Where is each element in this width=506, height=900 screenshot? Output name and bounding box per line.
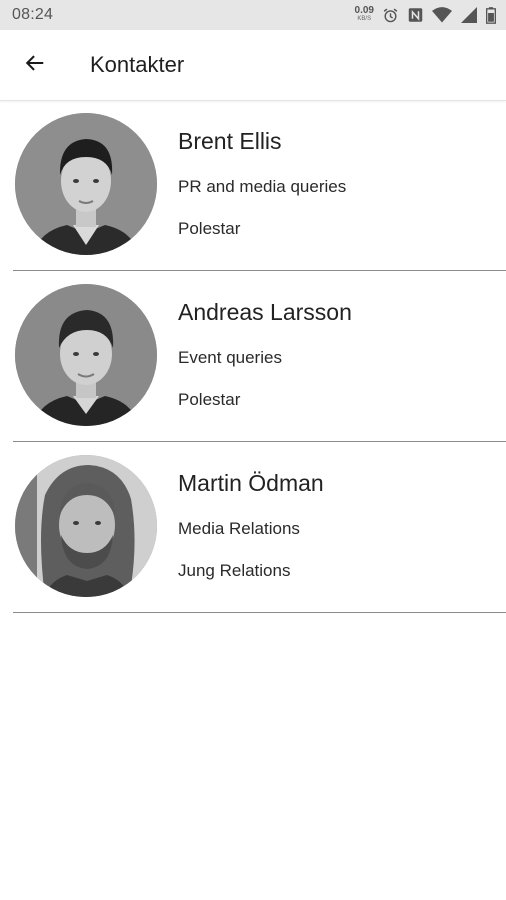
avatar xyxy=(15,284,157,426)
back-button[interactable] xyxy=(14,44,56,86)
contact-item[interactable]: Andreas Larsson Event queries Polestar xyxy=(13,271,506,442)
contact-item[interactable]: Martin Ödman Media Relations Jung Relati… xyxy=(13,442,506,613)
contact-role: Media Relations xyxy=(178,519,300,538)
alarm-icon xyxy=(382,7,399,24)
status-bar: 08:24 0.09 KB/S xyxy=(0,0,506,30)
avatar xyxy=(15,455,157,597)
contact-name: Brent Ellis xyxy=(178,128,282,154)
contact-company: Jung Relations xyxy=(178,561,291,580)
status-icons: 0.09 KB/S xyxy=(354,5,496,24)
wifi-icon xyxy=(432,7,452,23)
nfc-icon xyxy=(408,7,423,23)
contact-role: PR and media queries xyxy=(178,177,347,196)
contact-item[interactable]: Brent Ellis PR and media queries Polesta… xyxy=(13,100,506,271)
contact-company: Polestar xyxy=(178,390,241,409)
arrow-left-icon xyxy=(24,52,46,79)
contact-company: Polestar xyxy=(178,219,241,238)
status-time: 08:24 xyxy=(12,6,54,23)
network-speed-value: 0.09 xyxy=(354,5,374,16)
contact-list: Brent Ellis PR and media queries Polesta… xyxy=(0,100,506,613)
avatar xyxy=(15,113,157,255)
contact-name: Martin Ödman xyxy=(178,470,324,496)
battery-icon xyxy=(486,6,496,24)
network-speed-unit: KB/S xyxy=(357,16,372,22)
signal-icon xyxy=(461,7,477,23)
contact-name: Andreas Larsson xyxy=(178,299,352,325)
page-title: Kontakter xyxy=(90,52,185,77)
network-speed: 0.09 KB/S xyxy=(354,5,374,23)
app-bar: Kontakter xyxy=(0,30,506,101)
contact-role: Event queries xyxy=(178,348,282,367)
